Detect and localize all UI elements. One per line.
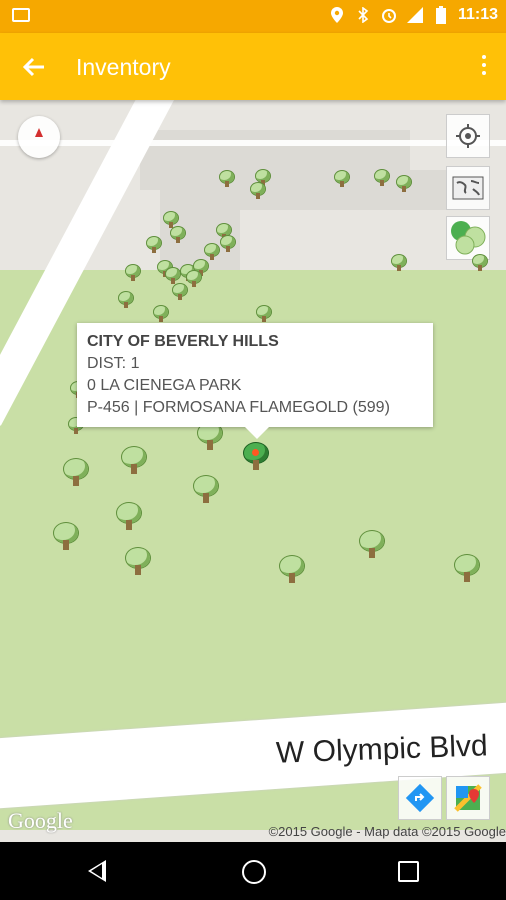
page-title: Inventory bbox=[76, 54, 171, 80]
image-icon bbox=[12, 8, 30, 22]
tree-marker[interactable] bbox=[396, 176, 412, 192]
my-location-icon[interactable] bbox=[446, 114, 490, 158]
tree-marker[interactable] bbox=[472, 255, 488, 271]
tree-marker[interactable] bbox=[250, 183, 266, 199]
tree-marker[interactable] bbox=[196, 423, 224, 451]
map-view[interactable]: W Olympic Blvd CITY OF BEVERLY HILLS DIS… bbox=[0, 100, 506, 842]
tree-marker[interactable] bbox=[62, 459, 90, 487]
app-bar: Inventory bbox=[0, 33, 506, 100]
world-map-icon[interactable] bbox=[446, 166, 490, 210]
tree-marker[interactable] bbox=[192, 476, 220, 504]
tree-marker[interactable] bbox=[52, 523, 80, 551]
tree-marker[interactable] bbox=[120, 447, 148, 475]
tree-marker[interactable] bbox=[124, 548, 152, 576]
alarm-icon bbox=[380, 6, 398, 24]
battery-icon bbox=[432, 6, 450, 24]
map-copyright: ©2015 Google - Map data ©2015 Google bbox=[268, 824, 506, 839]
tree-layer-icon[interactable] bbox=[446, 216, 490, 260]
nav-recents-icon[interactable] bbox=[398, 861, 419, 882]
google-maps-icon[interactable] bbox=[446, 776, 490, 820]
back-arrow-icon[interactable] bbox=[20, 53, 48, 81]
tree-marker[interactable] bbox=[186, 271, 202, 287]
tree-marker[interactable] bbox=[170, 227, 186, 243]
info-window-district: DIST: 1 bbox=[87, 355, 140, 372]
tree-marker[interactable] bbox=[146, 237, 162, 253]
tree-marker[interactable] bbox=[115, 503, 143, 531]
tree-marker[interactable] bbox=[358, 531, 386, 559]
tree-marker[interactable] bbox=[453, 555, 481, 583]
info-window[interactable]: CITY OF BEVERLY HILLS DIST: 1 0 LA CIENE… bbox=[77, 323, 433, 439]
tree-marker[interactable] bbox=[334, 171, 350, 187]
tree-marker[interactable] bbox=[118, 292, 134, 308]
selected-tree-marker[interactable] bbox=[242, 443, 270, 471]
tree-marker[interactable] bbox=[278, 556, 306, 584]
info-window-address: 0 LA CIENEGA PARK bbox=[87, 377, 242, 394]
bluetooth-icon bbox=[354, 6, 372, 24]
tree-marker[interactable] bbox=[153, 306, 169, 322]
location-pin-icon bbox=[328, 6, 346, 24]
info-window-species: P-456 | FORMOSANA FLAMEGOLD (599) bbox=[87, 399, 390, 416]
tree-marker[interactable] bbox=[219, 171, 235, 187]
tree-marker[interactable] bbox=[204, 244, 220, 260]
tree-marker[interactable] bbox=[172, 284, 188, 300]
tree-marker[interactable] bbox=[220, 236, 236, 252]
google-logo: Google bbox=[8, 808, 73, 833]
overflow-menu-icon[interactable] bbox=[480, 55, 488, 79]
tree-marker[interactable] bbox=[163, 212, 179, 228]
directions-icon[interactable] bbox=[398, 776, 442, 820]
info-window-title: CITY OF BEVERLY HILLS bbox=[87, 333, 279, 350]
tree-marker[interactable] bbox=[256, 306, 272, 322]
lte-signal-icon bbox=[406, 6, 424, 24]
nav-back-icon[interactable] bbox=[88, 860, 106, 882]
status-bar: 11:13 bbox=[0, 0, 506, 33]
tree-marker[interactable] bbox=[125, 265, 141, 281]
map-road bbox=[0, 140, 506, 146]
navigation-bar bbox=[0, 842, 506, 900]
tree-marker[interactable] bbox=[165, 268, 181, 284]
tree-marker[interactable] bbox=[391, 255, 407, 271]
status-time: 11:13 bbox=[457, 6, 498, 23]
nav-home-icon[interactable] bbox=[242, 860, 266, 884]
tree-marker[interactable] bbox=[374, 170, 390, 186]
compass-icon[interactable] bbox=[18, 116, 60, 158]
